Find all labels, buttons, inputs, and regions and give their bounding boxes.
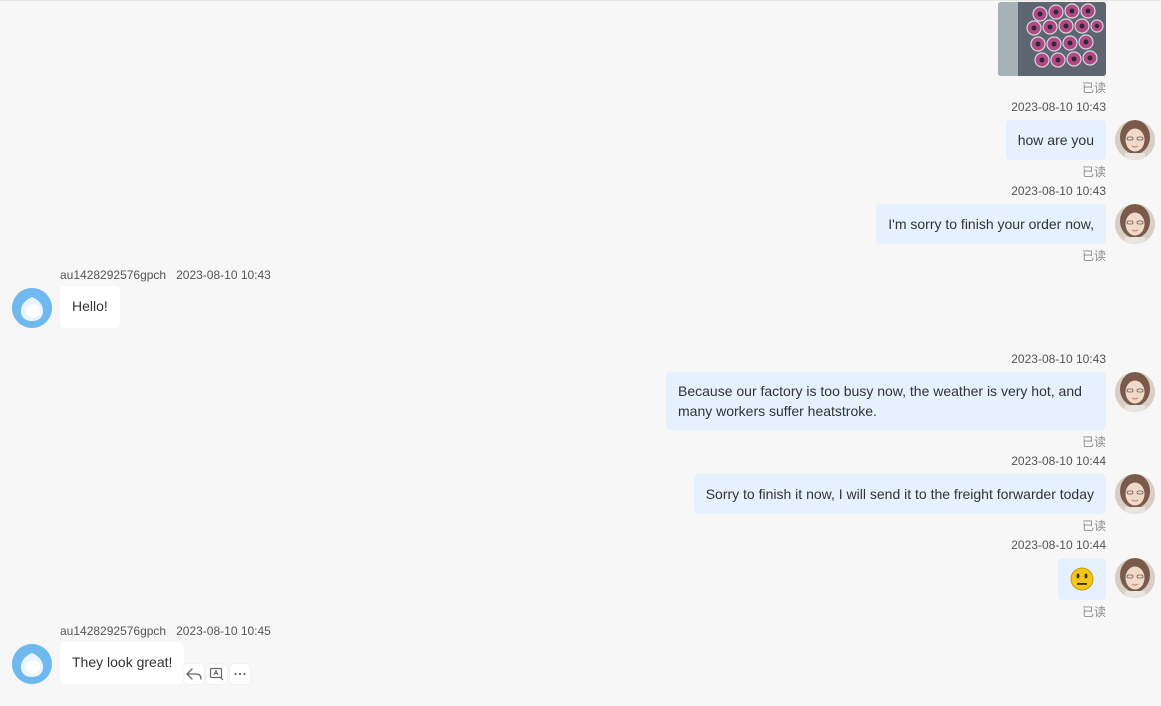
- avatar-portrait: [1115, 474, 1155, 514]
- sender-line: au1428292576gpch 2023-08-10 10:45: [60, 624, 271, 638]
- contact-avatar[interactable]: [12, 288, 52, 328]
- message-text: Hello!: [72, 298, 108, 314]
- message-text: how are you: [1017, 132, 1094, 148]
- neutral-face-emoji-icon: [1070, 567, 1094, 591]
- my-avatar[interactable]: [1115, 474, 1155, 514]
- outgoing-message-bubble[interactable]: how are you: [1005, 120, 1106, 160]
- product-photo: [998, 2, 1106, 76]
- sender-name: au1428292576gpch: [60, 268, 167, 282]
- message-text: They look great!: [72, 654, 173, 670]
- message-timestamp: 2023-08-10 10:43: [176, 268, 271, 282]
- reply-button[interactable]: [184, 664, 204, 684]
- incoming-message-bubble[interactable]: Hello!: [60, 286, 120, 328]
- translate-icon: [209, 667, 224, 681]
- avatar-portrait: [1115, 558, 1155, 598]
- top-divider: [0, 0, 1161, 1]
- avatar-portrait: [1115, 372, 1155, 412]
- product-image-message[interactable]: [998, 2, 1106, 76]
- message-text: I'm sorry to finish your order now,: [888, 216, 1094, 232]
- message-timestamp: 2023-08-10 10:45: [176, 624, 271, 638]
- read-status: 已读: [1081, 519, 1106, 533]
- outgoing-message-bubble[interactable]: I'm sorry to finish your order now,: [876, 204, 1106, 244]
- message-text: Sorry to finish it now, I will send it t…: [705, 486, 1094, 502]
- read-status: 已读: [1081, 165, 1106, 179]
- outgoing-message-bubble[interactable]: Because our factory is too busy now, the…: [666, 372, 1106, 430]
- read-status: 已读: [1081, 81, 1106, 95]
- my-avatar[interactable]: [1115, 204, 1155, 244]
- incoming-message-bubble[interactable]: They look great!: [60, 642, 185, 684]
- message-timestamp: 2023-08-10 10:43: [1011, 184, 1106, 198]
- my-avatar[interactable]: [1115, 120, 1155, 160]
- contact-logo-icon: [12, 644, 52, 684]
- more-options-button[interactable]: [230, 664, 250, 684]
- contact-logo-icon: [12, 288, 52, 328]
- read-status: 已读: [1081, 249, 1106, 263]
- sender-line: au1428292576gpch 2023-08-10 10:43: [60, 268, 271, 282]
- avatar-portrait: [1115, 204, 1155, 244]
- outgoing-message-bubble[interactable]: Sorry to finish it now, I will send it t…: [693, 474, 1106, 514]
- read-status: 已读: [1081, 605, 1106, 619]
- reply-icon: [186, 668, 202, 680]
- contact-avatar[interactable]: [12, 644, 52, 684]
- avatar-portrait: [1115, 120, 1155, 160]
- translate-button[interactable]: [207, 664, 227, 684]
- message-text: Because our factory is too busy now, the…: [678, 383, 1082, 419]
- message-timestamp: 2023-08-10 10:43: [1011, 100, 1106, 114]
- sender-name: au1428292576gpch: [60, 624, 167, 638]
- my-avatar[interactable]: [1115, 372, 1155, 412]
- more-icon: [234, 672, 246, 676]
- my-avatar[interactable]: [1115, 558, 1155, 598]
- read-status: 已读: [1081, 435, 1106, 449]
- message-timestamp: 2023-08-10 10:43: [1011, 352, 1106, 366]
- message-timestamp: 2023-08-10 10:44: [1011, 454, 1106, 468]
- message-action-bar: [184, 664, 250, 684]
- outgoing-emoji-bubble[interactable]: [1058, 558, 1106, 600]
- message-timestamp: 2023-08-10 10:44: [1011, 538, 1106, 552]
